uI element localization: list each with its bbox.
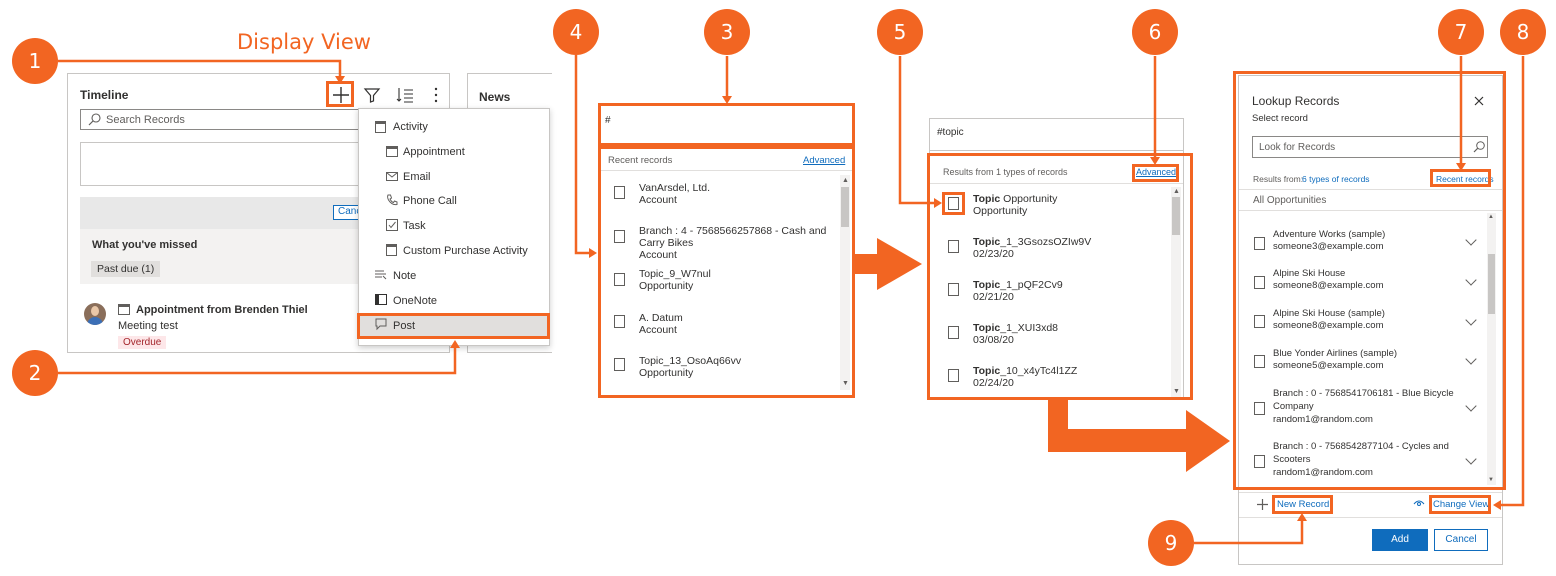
arrowhead — [934, 198, 942, 208]
step-badge-5: 5 — [877, 9, 923, 55]
step-badge-4: 4 — [553, 9, 599, 55]
step-badge-8: 8 — [1500, 9, 1546, 55]
arrowhead — [589, 248, 597, 258]
arrow-right-2 — [1048, 400, 1230, 472]
arrowhead — [1493, 500, 1501, 510]
step-badge-6: 6 — [1132, 9, 1178, 55]
step-badge-3: 3 — [704, 9, 750, 55]
arrowhead — [722, 96, 732, 104]
callout-line-2 — [58, 342, 457, 375]
display-view-label: Display View — [237, 30, 371, 54]
arrowhead — [450, 340, 460, 348]
callout-line-1 — [58, 59, 342, 82]
step-badge-7: 7 — [1438, 9, 1484, 55]
callout-line-8 — [1497, 56, 1525, 507]
arrowhead — [1150, 157, 1160, 165]
step-badge-2: 2 — [12, 350, 58, 396]
step-badge-9: 9 — [1148, 520, 1194, 566]
callout-line-9 — [1194, 517, 1304, 545]
arrowhead — [1456, 163, 1466, 171]
arrow-right-1 — [853, 238, 922, 290]
callout-line-5 — [898, 56, 938, 205]
flow-arrows — [58, 55, 1525, 545]
callout-line-4 — [574, 55, 593, 255]
arrowhead — [1297, 513, 1307, 521]
step-badge-1: 1 — [12, 38, 58, 84]
arrowhead — [335, 76, 345, 84]
